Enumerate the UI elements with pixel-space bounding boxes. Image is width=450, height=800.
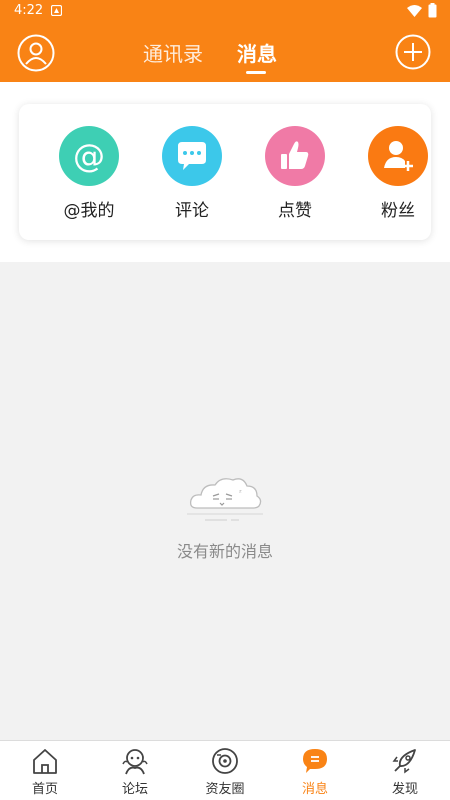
- nav-item-friend-circle[interactable]: 资友圈: [180, 741, 270, 800]
- battery-icon: [428, 3, 437, 18]
- nav-item-home[interactable]: 首页: [0, 741, 90, 800]
- bottom-nav: 首页 论坛 资友圈 消息 发现: [0, 740, 450, 800]
- nav-item-discover[interactable]: 发现: [360, 741, 450, 800]
- forum-icon: [122, 749, 148, 775]
- comment-icon: [162, 126, 222, 186]
- thumbs-up-icon: [265, 126, 325, 186]
- add-user-icon: [368, 126, 428, 186]
- status-bar: 4:22: [0, 0, 450, 22]
- tab-messages[interactable]: 消息: [237, 38, 277, 67]
- quick-action-label: 点赞: [278, 201, 312, 221]
- camera-circle-icon: [212, 748, 238, 774]
- nav-label: 论坛: [121, 782, 148, 797]
- nav-label: 资友圈: [205, 782, 245, 797]
- svg-text:@: @: [73, 137, 105, 175]
- home-icon: [33, 749, 57, 774]
- status-time: 4:22: [14, 3, 44, 18]
- at-icon: @: [59, 126, 119, 186]
- svg-text:ᶻ: ᶻ: [239, 488, 242, 497]
- user-avatar-icon[interactable]: [17, 34, 55, 72]
- rocket-icon: [392, 749, 416, 774]
- quick-action-label: 评论: [175, 201, 209, 221]
- header: 通讯录 消息: [0, 22, 450, 82]
- quick-action-comments[interactable]: 评论: [152, 126, 232, 221]
- quick-action-mentions[interactable]: @ @我的: [49, 126, 129, 221]
- quick-action-likes[interactable]: 点赞: [255, 126, 335, 221]
- quick-action-label: @我的: [63, 201, 115, 221]
- empty-message-text: 没有新的消息: [176, 542, 273, 561]
- nav-item-messages[interactable]: 消息: [270, 741, 360, 800]
- nav-label: 首页: [31, 782, 58, 797]
- tab-indicator: [246, 71, 266, 74]
- nav-label: 消息: [301, 782, 328, 797]
- tab-contacts[interactable]: 通讯录: [143, 38, 203, 67]
- quick-action-label: 粉丝: [381, 201, 415, 221]
- nav-label: 发现: [391, 782, 418, 797]
- add-icon[interactable]: [395, 34, 431, 70]
- empty-state: ᶻ 没有新的消息: [0, 262, 450, 740]
- nav-item-forum[interactable]: 论坛: [90, 741, 180, 800]
- wifi-icon: [407, 5, 422, 17]
- message-icon: [303, 749, 327, 773]
- quick-action-fans[interactable]: 粉丝: [358, 126, 438, 221]
- notification-icon: [51, 5, 62, 16]
- quick-actions-card: @ @我的 评论 点赞 粉丝: [19, 104, 431, 240]
- sleepy-cloud-icon: ᶻ: [187, 478, 263, 521]
